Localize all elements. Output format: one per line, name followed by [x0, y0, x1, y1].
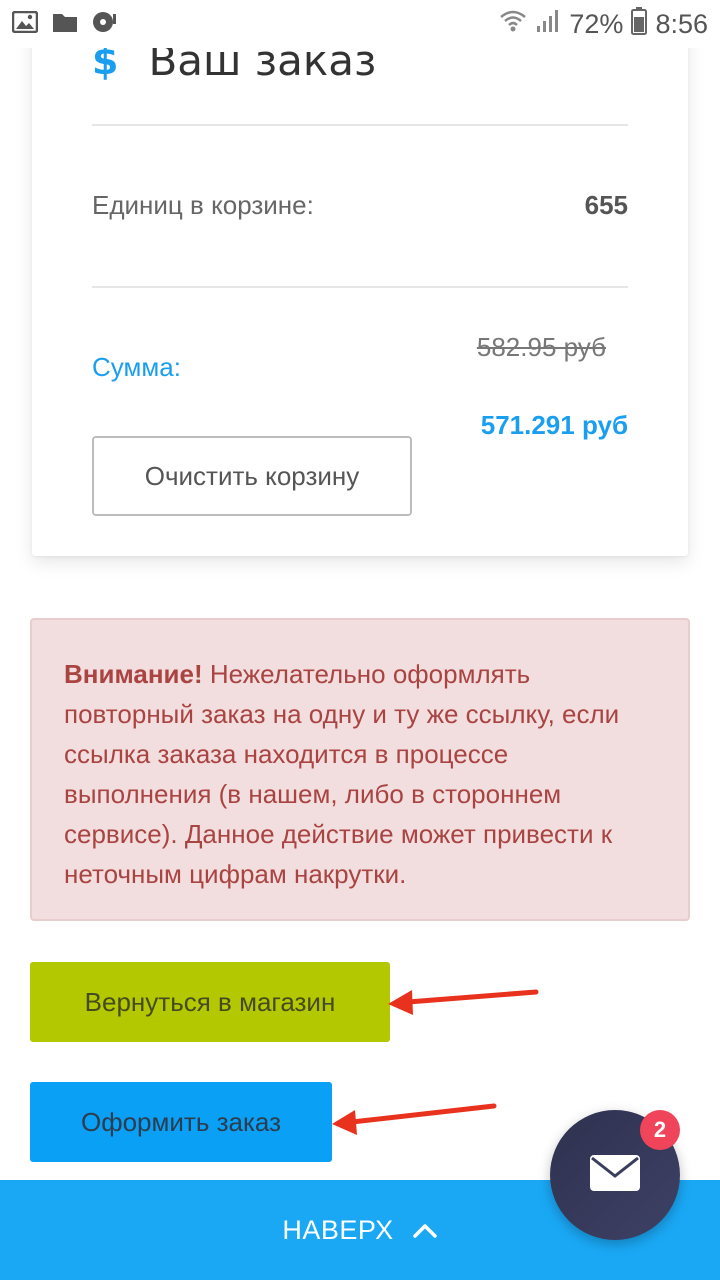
notification-badge: 2	[640, 1110, 680, 1150]
signal-icon	[535, 8, 561, 41]
back-to-shop-button[interactable]: Вернуться в магазин	[30, 962, 390, 1042]
battery-percent: 72%	[569, 8, 624, 39]
status-bar: 72% 8:56	[0, 0, 720, 48]
alert-heading: Внимание!	[64, 659, 203, 689]
clear-cart-button[interactable]: Очистить корзину	[92, 436, 412, 516]
mail-icon	[589, 1154, 641, 1197]
scroll-to-top-label: НАВЕРХ	[282, 1214, 394, 1245]
disc-icon	[92, 10, 118, 39]
units-value: 655	[584, 190, 628, 220]
warning-alert: Внимание! Нежелательно оформлять повторн…	[30, 618, 690, 921]
image-icon	[11, 10, 39, 38]
checkout-page: 72% 8:56 $ Ваш заказ Единиц в корзине: 6…	[0, 0, 720, 1280]
divider	[92, 124, 628, 126]
battery-icon	[631, 6, 648, 42]
alert-text: Нежелательно оформлять повторный заказ н…	[64, 659, 620, 889]
discounted-price: 571.291 руб	[480, 410, 628, 440]
sum-label: Сумма:	[92, 352, 181, 382]
status-bar-right: 72% 8:56	[499, 6, 708, 42]
arrow-annotation-icon	[388, 989, 539, 1015]
chevron-up-icon	[412, 1215, 438, 1246]
divider	[92, 286, 628, 288]
arrow-annotation-icon	[332, 1103, 497, 1135]
old-price: 582.95 руб	[476, 332, 606, 362]
clock: 8:56	[655, 8, 708, 39]
checkout-button[interactable]: Оформить заказ	[30, 1082, 332, 1162]
status-bar-left	[11, 10, 118, 39]
units-label: Единиц в корзине:	[92, 190, 314, 220]
wifi-icon	[499, 8, 527, 41]
folder-icon	[52, 11, 78, 38]
order-summary-card: $ Ваш заказ Единиц в корзине: 655 Сумма:…	[32, 0, 688, 556]
